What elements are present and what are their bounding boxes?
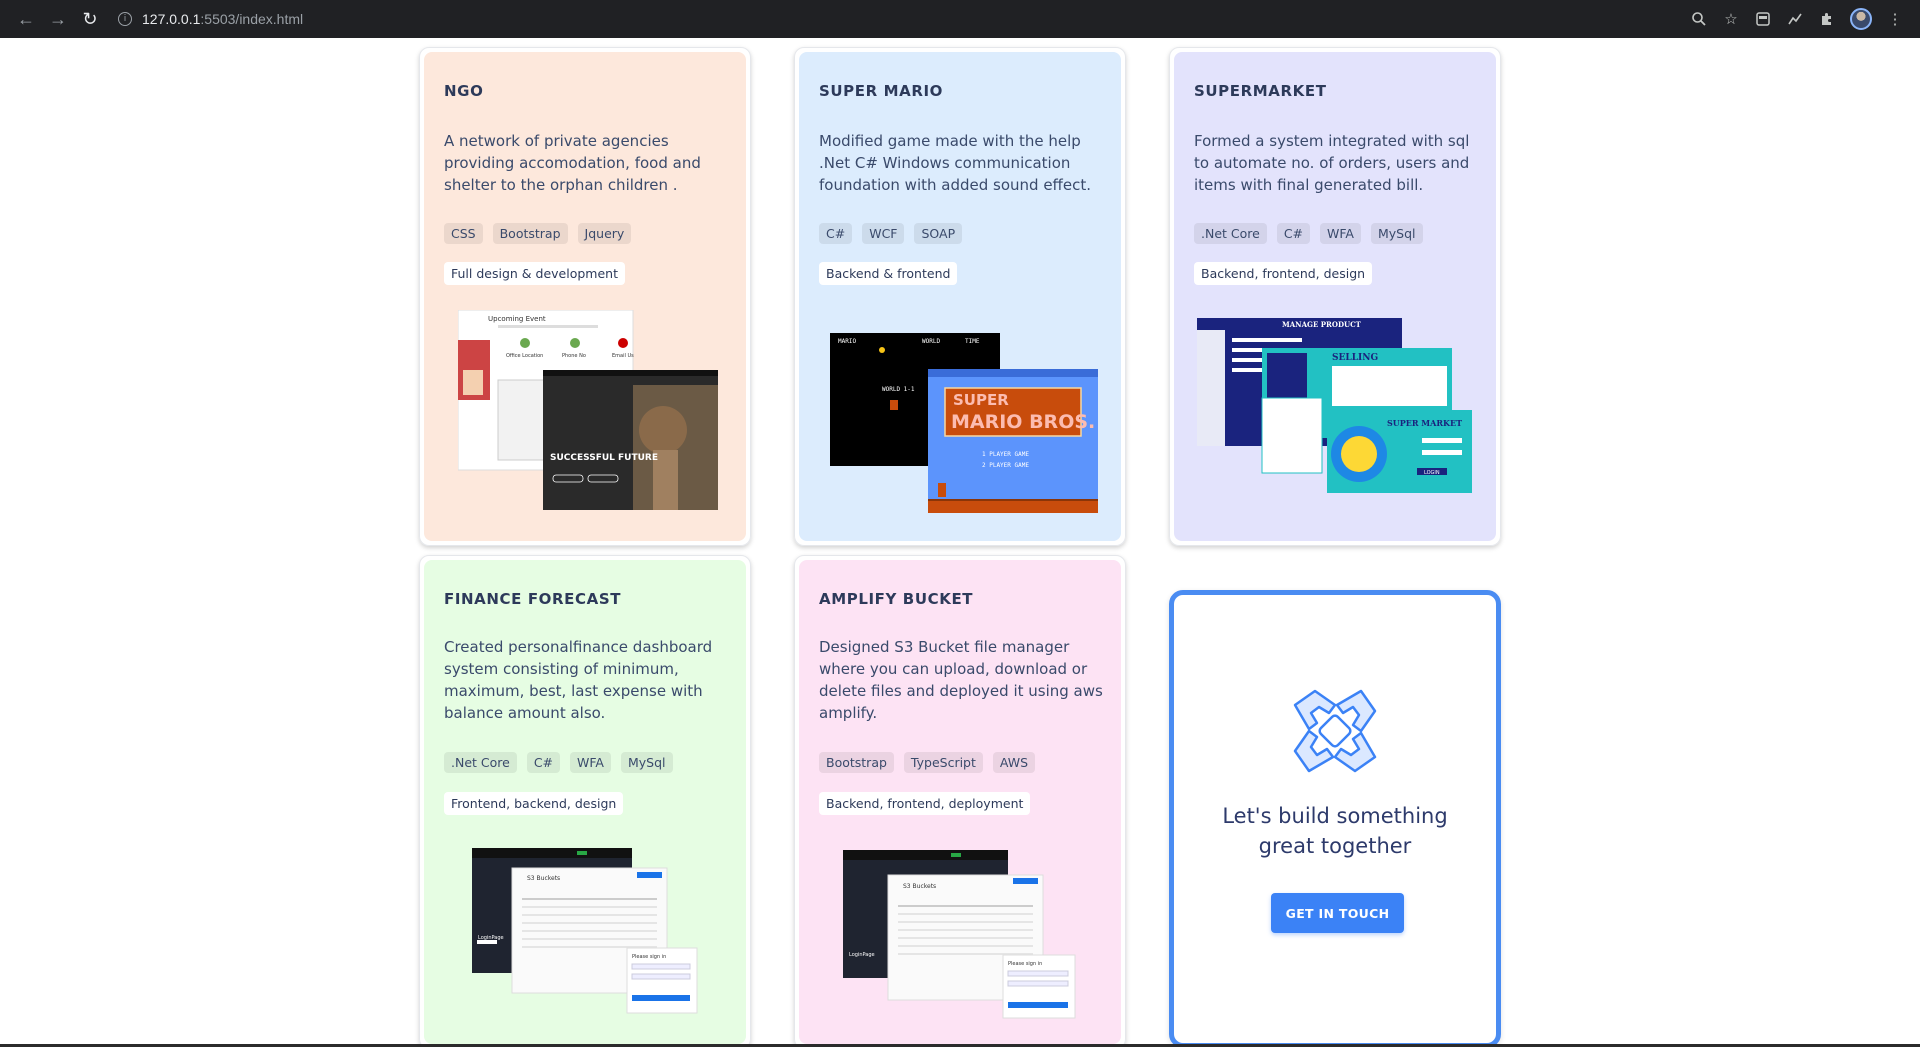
bookmark-star-icon[interactable]: ☆ xyxy=(1722,10,1740,28)
tech-tag: Bootstrap xyxy=(492,223,568,244)
project-screenshot: MANAGE PRODUCT SELLING SUPER MARKET LOGI… xyxy=(1197,318,1472,508)
tech-tag: WFA xyxy=(570,752,611,773)
tech-tag: Jquery xyxy=(577,223,632,244)
shot-signin: Please sign in xyxy=(632,954,666,960)
shot-hero-text: SUCCESSFUL FUTURE xyxy=(550,453,658,463)
tech-tags: .Net Core C# WFA MySql xyxy=(1194,223,1423,244)
url-host: 127.0.0.1 xyxy=(142,11,201,27)
project-screenshot: Upcoming Event Office Location Phone No … xyxy=(457,309,718,510)
back-icon[interactable]: ← xyxy=(10,3,42,35)
project-description: Formed a system integrated with sql to a… xyxy=(1194,132,1470,194)
shot-world-label: WORLD xyxy=(922,338,940,345)
project-card-super-mario: SUPER MARIO Modified game made with the … xyxy=(794,47,1126,546)
shot-player-1: 1 PLAYER GAME xyxy=(982,451,1029,458)
tech-tag: Bootstrap xyxy=(819,752,894,773)
reload-icon[interactable]: ↻ xyxy=(74,3,106,35)
puzzle-icon[interactable] xyxy=(1818,10,1836,28)
shot-signin: Please sign in xyxy=(1008,961,1042,967)
url-path: :5503/index.html xyxy=(200,11,304,27)
shot-manage-product: MANAGE PRODUCT xyxy=(1282,320,1362,329)
site-info-icon[interactable]: i xyxy=(118,12,132,26)
cta-heading: Let's build something great together xyxy=(1174,801,1496,861)
tech-tag: WFA xyxy=(1320,223,1361,244)
role-badge: Frontend, backend, design xyxy=(444,792,624,815)
tech-tag: C# xyxy=(819,223,853,244)
tech-tag: MySql xyxy=(1370,223,1423,244)
get-in-touch-button[interactable]: GET IN TOUCH xyxy=(1271,893,1404,933)
shot-selling: SELLING xyxy=(1332,353,1378,363)
forward-icon[interactable]: → xyxy=(42,3,74,35)
shot-time-label: TIME xyxy=(965,338,980,345)
projects-page: NGO A network of private agencies provid… xyxy=(0,38,1920,1047)
role-badge: Backend, frontend, design xyxy=(1194,262,1373,285)
tech-tag: SOAP xyxy=(914,223,963,244)
role-badge: Full design & development xyxy=(444,262,625,285)
shot-s3-buckets: S3 Buckets xyxy=(903,883,936,890)
project-title: SUPER MARIO xyxy=(819,82,944,100)
project-card-amplify-bucket: AMPLIFY BUCKET Designed S3 Bucket file m… xyxy=(794,555,1126,1047)
extension-square-icon[interactable] xyxy=(1754,10,1772,28)
tech-tag: AWS xyxy=(992,752,1036,773)
project-title: NGO xyxy=(444,82,484,100)
menu-kebab-icon[interactable]: ⋮ xyxy=(1886,10,1904,28)
project-title: AMPLIFY BUCKET xyxy=(819,590,974,608)
cta-heading-line-2: great together xyxy=(1258,834,1412,858)
shot-super-market: SUPER MARKET xyxy=(1387,418,1462,428)
profile-avatar[interactable] xyxy=(1850,8,1872,30)
zoom-icon[interactable] xyxy=(1690,10,1708,28)
tech-tags: C# WCF SOAP xyxy=(819,223,963,244)
shot-office: Office Location xyxy=(506,353,543,359)
cta-heading-line-1: Let's build something xyxy=(1222,804,1448,828)
project-card-finance-forecast: FINANCE FORECAST Created personalfinance… xyxy=(419,555,751,1047)
project-title: FINANCE FORECAST xyxy=(444,590,622,608)
shot-login: LOGIN xyxy=(1424,470,1440,476)
tech-tag: CSS xyxy=(444,223,483,244)
tech-tag: C# xyxy=(1276,223,1311,244)
shot-logo-2: MARIO BROS. xyxy=(951,411,1095,433)
project-description: Modified game made with the help .Net C#… xyxy=(819,132,1092,194)
tech-tag: WCF xyxy=(862,223,905,244)
project-card-supermarket: SUPERMARKET Formed a system integrated w… xyxy=(1169,47,1501,546)
project-card-ngo: NGO A network of private agencies provid… xyxy=(419,47,751,546)
browser-toolbar: ← → ↻ i 127.0.0.1:5503/index.html ☆ ⋮ xyxy=(0,0,1920,38)
tech-tag: C# xyxy=(526,752,561,773)
project-description: Created personalfinance dashboard system… xyxy=(444,638,713,722)
extension-chart-icon[interactable] xyxy=(1786,10,1804,28)
shot-login-page: LoginPage xyxy=(849,952,875,958)
role-badge: Backend & frontend xyxy=(819,262,958,285)
shot-email: Email Us xyxy=(612,353,634,359)
tech-tag: .Net Core xyxy=(444,752,517,773)
project-description: Designed S3 Bucket file manager where yo… xyxy=(819,638,1103,722)
contact-cta-card: Let's build something great together GET… xyxy=(1169,590,1501,1047)
shot-s3-buckets: S3 Buckets xyxy=(527,875,560,882)
project-screenshot: LoginPage S3 Buckets Please sign in xyxy=(472,848,702,1018)
shot-world-11: WORLD 1-1 xyxy=(882,386,915,393)
url-text: 127.0.0.1:5503/index.html xyxy=(142,11,303,27)
hands-together-icon xyxy=(1289,685,1381,777)
tech-tags: Bootstrap TypeScript AWS xyxy=(819,752,1036,773)
shot-logo-1: SUPER xyxy=(953,391,1009,409)
project-title: SUPERMARKET xyxy=(1194,82,1327,100)
tech-tag: MySql xyxy=(620,752,673,773)
project-description: A network of private agencies providing … xyxy=(444,132,701,194)
shot-mario-label: MARIO xyxy=(838,338,856,345)
tech-tag: .Net Core xyxy=(1194,223,1267,244)
project-screenshot: LoginPage S3 Buckets Please sign in xyxy=(843,850,1083,1020)
shot-login-page: LoginPage xyxy=(478,935,504,941)
shot-event-title: Upcoming Event xyxy=(488,315,546,323)
tech-tag: TypeScript xyxy=(903,752,983,773)
shot-phone: Phone No xyxy=(562,353,586,359)
tech-tags: .Net Core C# WFA MySql xyxy=(444,752,673,773)
project-screenshot: MARIO WORLD TIME WORLD 1-1 SUPER MARIO B… xyxy=(830,333,1100,513)
tech-tags: CSS Bootstrap Jquery xyxy=(444,223,632,244)
address-bar[interactable]: i 127.0.0.1:5503/index.html xyxy=(118,5,1690,33)
shot-player-2: 2 PLAYER GAME xyxy=(982,462,1029,469)
role-badge: Backend, frontend, deployment xyxy=(819,792,1031,815)
